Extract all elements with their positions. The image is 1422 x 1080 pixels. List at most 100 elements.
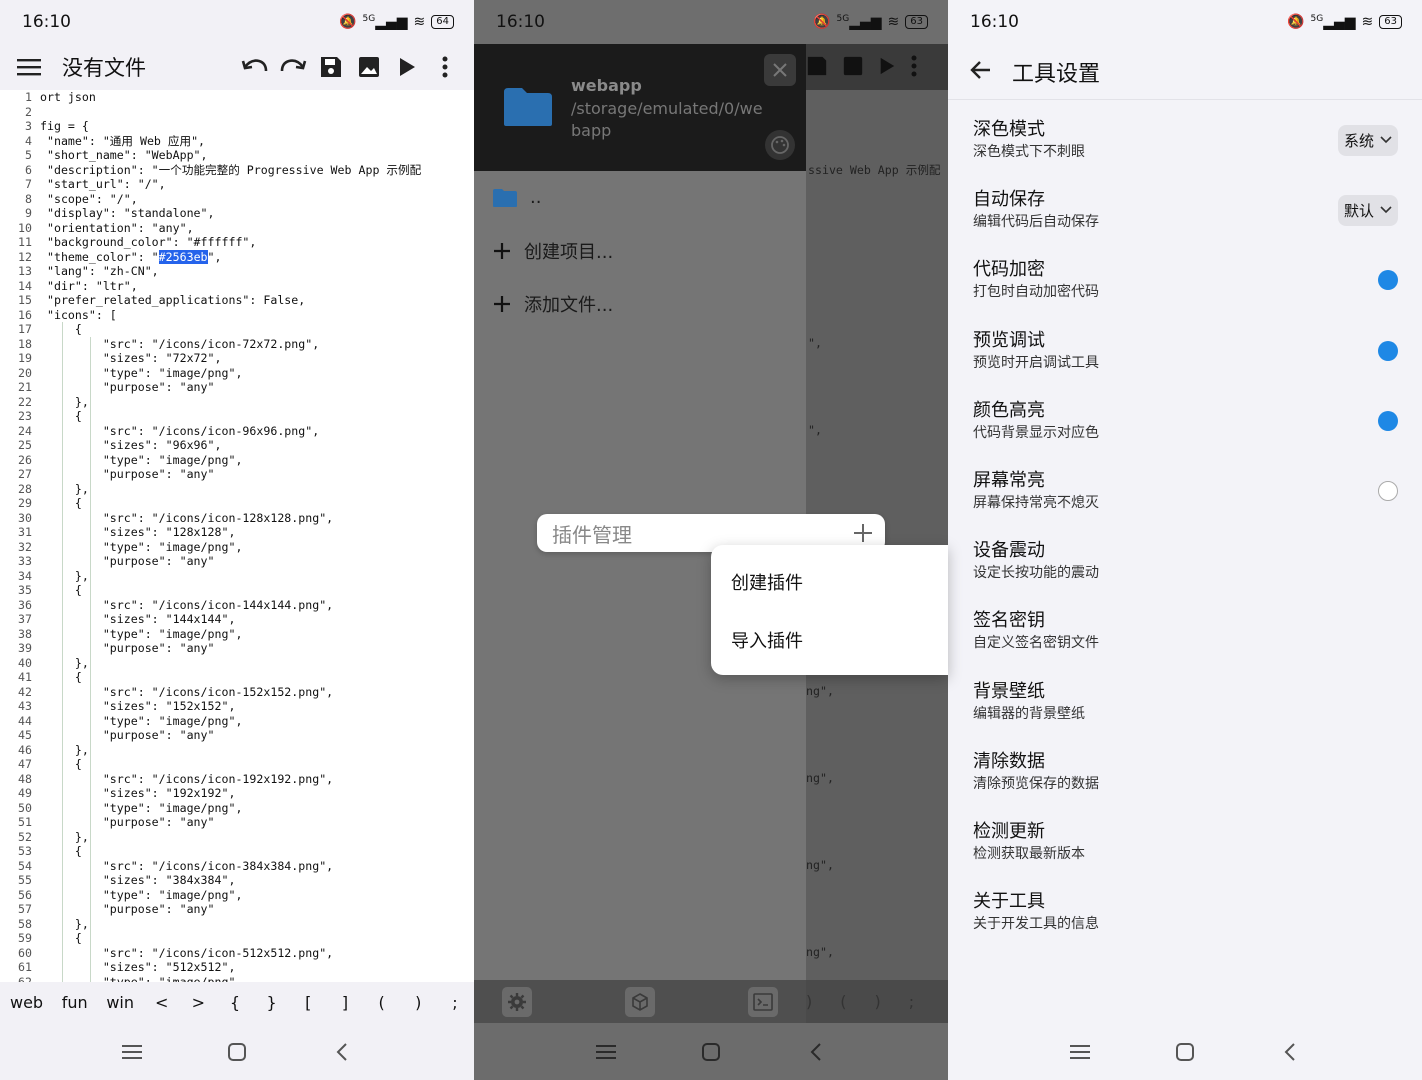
code-line: 13 "lang": "zh-CN", — [0, 264, 474, 279]
code-line: 45 "purpose": "any" — [0, 728, 474, 743]
palette-icon[interactable] — [765, 130, 795, 160]
terminal-icon[interactable] — [748, 986, 778, 1017]
code-line: 53 { — [0, 844, 474, 859]
code-text: }, — [40, 481, 89, 496]
add-file-item[interactable]: 添加文件... — [474, 277, 806, 330]
symbol-key[interactable]: > — [189, 993, 207, 1012]
setting-title: 签名密钥 — [973, 610, 1045, 632]
more-icon[interactable] — [426, 48, 464, 86]
setting-title: 屏幕常亮 — [973, 470, 1045, 492]
setting-item[interactable]: 关于工具 关于开发工具的信息 — [948, 877, 1422, 947]
setting-item[interactable]: 代码加密 打包时自动加密代码 — [948, 245, 1422, 315]
editor-screen: 16:10 🔕 5G▂▄▆ ≋ 64 没有文件 1 ort json 2 3 f… — [0, 0, 474, 1080]
setting-item[interactable]: 检测更新 检测获取最新版本 — [948, 807, 1422, 877]
symbol-key[interactable]: } — [263, 993, 281, 1012]
code-text: ort json — [40, 90, 96, 104]
setting-dropdown[interactable]: 默认 — [1337, 194, 1398, 226]
symbol-key[interactable]: < — [153, 993, 171, 1012]
toggle-off[interactable] — [1378, 481, 1398, 502]
setting-texts: 预览调试 预览时开启调试工具 — [973, 329, 1378, 373]
create-plugin-item[interactable]: 创建插件 — [711, 553, 948, 611]
parent-label: .. — [530, 187, 542, 208]
create-project-item[interactable]: 创建项目... — [474, 224, 806, 277]
setting-item[interactable]: 自动保存 编辑代码后自动保存 默认 — [948, 175, 1422, 245]
code-line: 57 "purpose": "any" — [0, 902, 474, 917]
setting-texts: 颜色高亮 代码背景显示对应色 — [973, 399, 1378, 443]
wifi-icon: ≋ — [413, 14, 426, 30]
code-text: "name": "通用 Web 应用", — [40, 133, 206, 148]
close-icon[interactable] — [764, 54, 796, 86]
symbol-key: ) — [874, 992, 881, 1011]
home-icon[interactable] — [696, 1037, 726, 1067]
cube-icon[interactable] — [625, 986, 655, 1017]
redo-icon[interactable] — [274, 48, 312, 86]
code-text: "sizes": "144x144", — [40, 612, 236, 626]
setting-dropdown[interactable]: 系统 — [1337, 124, 1398, 156]
setting-item[interactable]: 屏幕常亮 屏幕保持常亮不熄灭 — [948, 456, 1422, 526]
image-icon[interactable] — [350, 48, 388, 86]
setting-item[interactable]: 签名密钥 自定义签名密钥文件 — [948, 596, 1422, 666]
plus-icon[interactable] — [853, 523, 873, 543]
symbol-key[interactable]: fun — [62, 993, 88, 1012]
code-line: 52 }, — [0, 830, 474, 845]
gear-icon[interactable] — [502, 986, 532, 1017]
menu-icon[interactable] — [10, 48, 48, 86]
code-text: "purpose": "any" — [40, 554, 215, 568]
home-icon[interactable] — [1170, 1037, 1200, 1067]
line-number: 17 — [18, 322, 32, 336]
code-line: 47 { — [0, 757, 474, 772]
back-icon[interactable] — [1275, 1037, 1305, 1067]
recents-icon[interactable] — [1065, 1037, 1095, 1067]
code-line: 61 "sizes": "512x512", — [0, 960, 474, 975]
code-editor[interactable]: 1 ort json 2 3 fig = {4 "name": "通用 Web 应用",… — [0, 90, 474, 982]
recents-icon[interactable] — [591, 1037, 621, 1067]
symbol-key[interactable]: ; — [446, 993, 464, 1012]
symbol-key[interactable]: { — [226, 993, 244, 1012]
save-icon[interactable] — [312, 48, 350, 86]
indent-guide — [90, 337, 91, 982]
run-icon[interactable] — [388, 48, 426, 86]
code-line: 23 { — [0, 409, 474, 424]
import-plugin-item[interactable]: 导入插件 — [711, 611, 948, 669]
setting-item[interactable]: 清除数据 清除预览保存的数据 — [948, 737, 1422, 807]
setting-title: 代码加密 — [973, 259, 1045, 281]
setting-item[interactable]: 深色模式 深色模式下不刺眼 系统 — [948, 105, 1422, 175]
bg-snippet: ssive Web App 示例配 — [808, 163, 941, 177]
setting-item[interactable]: 颜色高亮 代码背景显示对应色 — [948, 386, 1422, 456]
line-number: 37 — [18, 612, 32, 626]
symbol-key[interactable]: [ — [299, 993, 317, 1012]
toggle-on[interactable] — [1378, 270, 1398, 291]
symbol-key[interactable]: web — [10, 993, 43, 1012]
plus-icon — [494, 242, 510, 259]
setting-item[interactable]: 设备震动 设定长按功能的震动 — [948, 526, 1422, 596]
setting-item[interactable]: 背景壁纸 编辑器的背景壁纸 — [948, 667, 1422, 737]
line-number: 50 — [18, 800, 32, 815]
line-number: 27 — [18, 467, 32, 481]
undo-icon[interactable] — [236, 48, 274, 86]
line-number: 41 — [18, 670, 32, 684]
back-arrow-icon[interactable] — [970, 60, 992, 84]
toggle-on[interactable] — [1378, 340, 1398, 361]
symbol-key[interactable]: ) — [409, 993, 427, 1012]
line-number: 36 — [18, 597, 32, 612]
toggle-on[interactable] — [1378, 410, 1398, 431]
symbol-key[interactable]: ( — [373, 993, 391, 1012]
line-number: 24 — [18, 423, 32, 438]
symbol-key[interactable]: ] — [336, 993, 354, 1012]
plugin-popup-menu: 创建插件 导入插件 — [711, 545, 948, 675]
symbol-key[interactable]: win — [106, 993, 134, 1012]
line-number: 1 — [25, 90, 32, 104]
home-icon[interactable] — [222, 1037, 252, 1067]
code-line: 1 ort json — [0, 90, 474, 105]
setting-item[interactable]: 预览调试 预览时开启调试工具 — [948, 316, 1422, 386]
line-number: 35 — [18, 583, 32, 597]
back-icon[interactable] — [801, 1037, 831, 1067]
code-line: 49 "sizes": "192x192", — [0, 786, 474, 801]
parent-folder-item[interactable]: .. — [474, 171, 806, 224]
editor-toolbar: 没有文件 — [0, 44, 474, 90]
recents-icon[interactable] — [117, 1037, 147, 1067]
code-text: "purpose": "any" — [40, 641, 215, 655]
back-icon[interactable] — [327, 1037, 357, 1067]
code-line: 42 "src": "/icons/icon-152x152.png", — [0, 685, 474, 700]
code-line: 11 "background_color": "#ffffff", — [0, 235, 474, 250]
